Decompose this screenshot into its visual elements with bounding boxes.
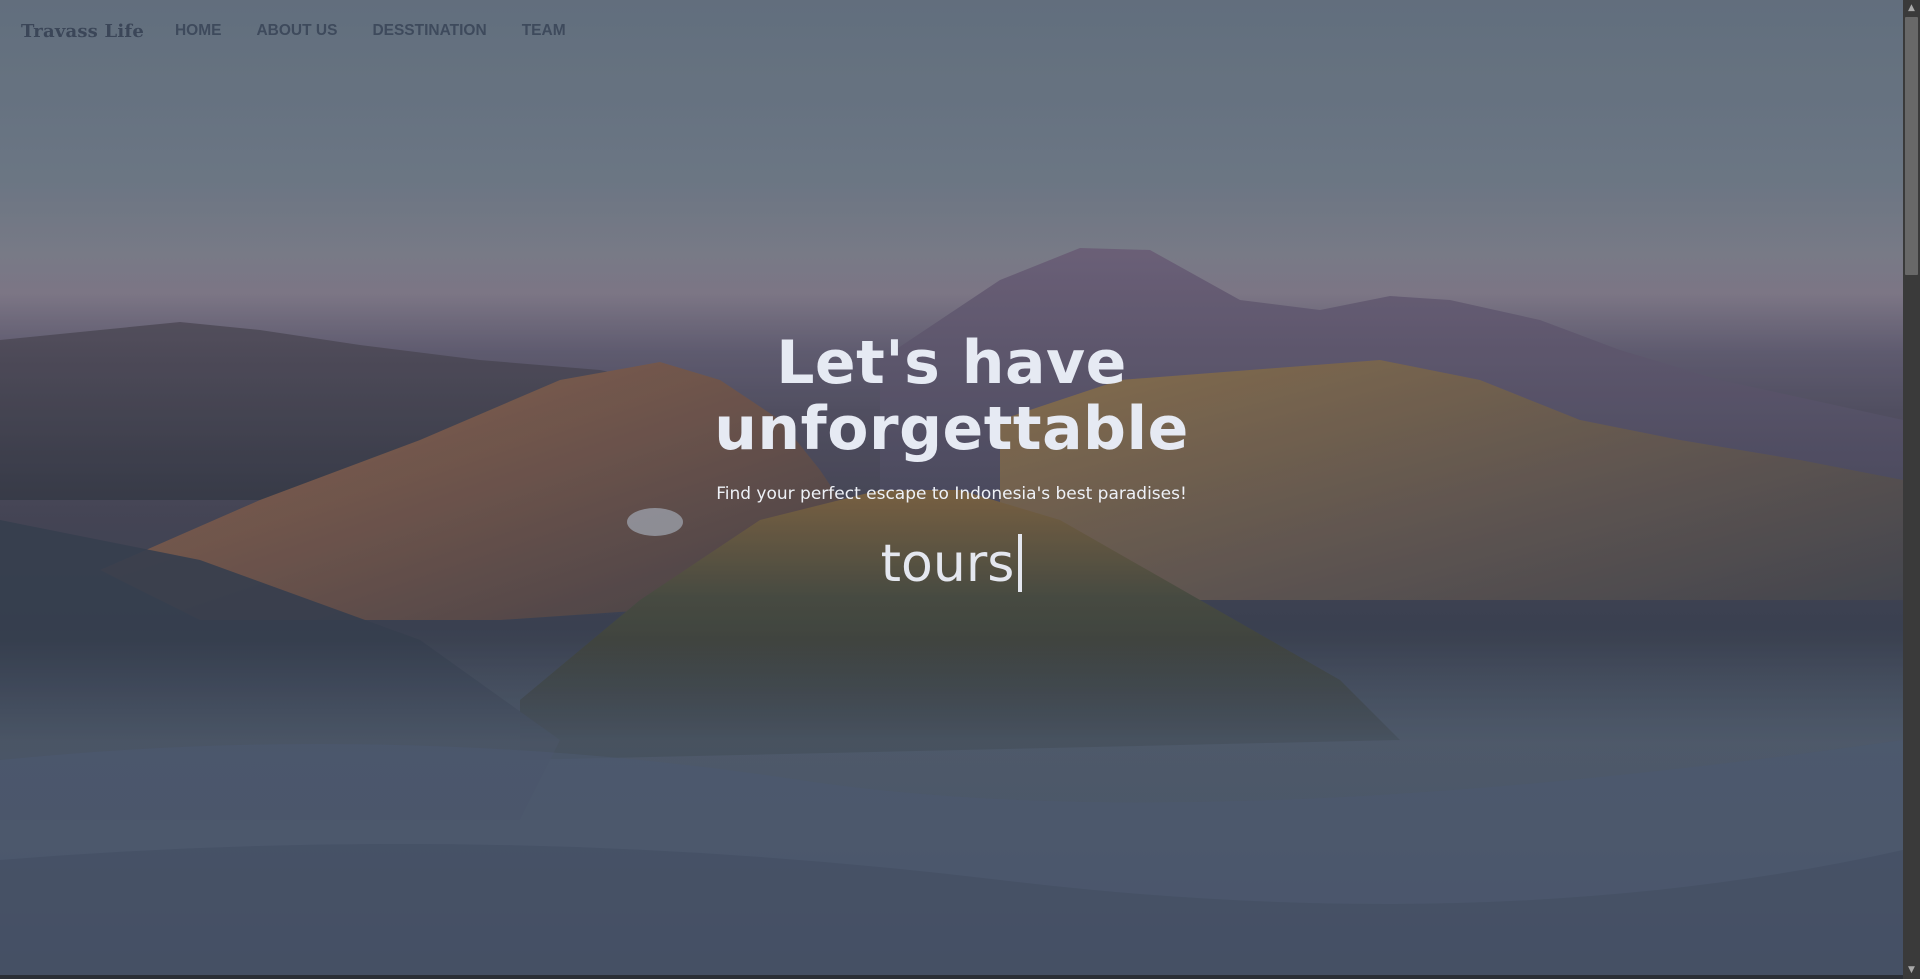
- page-scrollbar[interactable]: ▲ ▼: [1903, 0, 1920, 979]
- nav-link-about-us[interactable]: ABOUT US: [256, 22, 337, 40]
- hero-subtitle: Find your perfect escape to Indonesia's …: [716, 484, 1187, 504]
- chevron-down-icon[interactable]: ▼: [1903, 962, 1920, 979]
- page-bottom-edge: [0, 975, 1903, 979]
- hero-headline: Let's have unforgettable: [0, 330, 1903, 462]
- hero-section: Travass Life HOME ABOUT US DESSTINATION …: [0, 0, 1903, 979]
- nav-link-destination[interactable]: DESSTINATION: [372, 22, 486, 40]
- scrollbar-thumb[interactable]: [1905, 17, 1918, 275]
- nav-link-team[interactable]: TEAM: [522, 22, 566, 40]
- typed-text-container: tours: [881, 534, 1023, 594]
- nav-links: HOME ABOUT US DESSTINATION TEAM: [175, 22, 601, 40]
- typing-cursor: [1018, 534, 1023, 592]
- top-navbar: Travass Life HOME ABOUT US DESSTINATION …: [0, 0, 1903, 62]
- hero-headline-line-1: Let's have: [776, 328, 1127, 398]
- browser-viewport: Travass Life HOME ABOUT US DESSTINATION …: [0, 0, 1920, 979]
- typed-word: tours: [880, 534, 1015, 594]
- nav-link-home[interactable]: HOME: [175, 22, 222, 40]
- chevron-up-icon[interactable]: ▲: [1903, 0, 1920, 17]
- hero-headline-line-2: unforgettable: [714, 394, 1189, 464]
- hero-content: Let's have unforgettable Find your perfe…: [0, 330, 1903, 594]
- brand-logo-text[interactable]: Travass Life: [21, 21, 144, 42]
